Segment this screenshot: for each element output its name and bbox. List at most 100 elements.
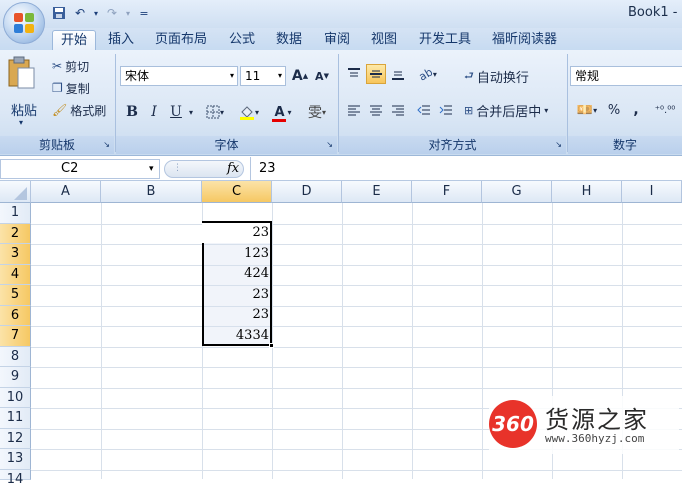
column-header[interactable]: F (412, 181, 482, 203)
tab-developer[interactable]: 开发工具 (411, 30, 479, 50)
dropdown-icon[interactable]: ▾ (124, 4, 132, 22)
gridline (31, 346, 682, 348)
align-middle-button[interactable] (366, 64, 386, 84)
column-header[interactable]: B (101, 181, 202, 203)
borders-button[interactable]: ▾ (202, 102, 228, 122)
dialog-launcher-icon[interactable]: ↘ (103, 136, 110, 154)
redo-icon[interactable]: ↷ (103, 4, 121, 22)
undo-icon[interactable]: ↶ (71, 4, 89, 22)
row-header[interactable]: 7 (0, 326, 31, 347)
row-header[interactable]: 11 (0, 408, 31, 429)
tab-page-layout[interactable]: 页面布局 (147, 30, 215, 50)
row-header[interactable]: 2 (0, 223, 31, 244)
align-bottom-button[interactable] (388, 64, 408, 84)
column-header[interactable]: C (202, 181, 272, 203)
increase-indent-button[interactable] (436, 100, 456, 120)
chevron-down-icon[interactable]: ▾ (186, 102, 196, 122)
number-format-select[interactable]: 常规 (570, 66, 682, 86)
font-color-button[interactable]: A ▾ (268, 102, 298, 122)
cell-C2[interactable]: 23 (203, 223, 269, 243)
row-header[interactable]: 8 (0, 346, 31, 367)
merge-center-button[interactable]: ⊞ 合并后居中 ▾ (464, 100, 564, 120)
align-left-button[interactable] (344, 100, 364, 120)
paste-button[interactable]: 粘贴 ▾ (6, 56, 40, 127)
align-right-button[interactable] (388, 100, 408, 120)
decrease-indent-button[interactable] (414, 100, 434, 120)
align-top-button[interactable] (344, 64, 364, 84)
align-bottom-icon (392, 71, 404, 80)
watermark: 360 货源之家 www.360hyzj.com (489, 396, 679, 454)
shrink-font-button[interactable]: A ▼ (312, 66, 332, 86)
expand-dots-icon[interactable]: ⋮ (173, 163, 182, 173)
tab-insert[interactable]: 插入 (100, 30, 142, 50)
tab-foxit-reader[interactable]: 福昕阅读器 (484, 30, 565, 50)
ribbon: 粘贴 ▾ ✂ 剪切 ❐ 复制 🖌 格式刷 剪贴板 ↘ 宋体 ▾ 11 ▾ A ▲ A ▼ … (0, 50, 682, 156)
column-header[interactable]: A (31, 181, 101, 203)
row-header[interactable]: 5 (0, 285, 31, 306)
font-name-value: 宋体 (125, 69, 150, 83)
phonetic-guide-button[interactable]: 雯 ▾ (302, 102, 332, 122)
row-header[interactable]: 1 (0, 203, 31, 224)
format-painter-button[interactable]: 🖌 格式刷 (52, 100, 114, 120)
row-header[interactable]: 9 (0, 367, 31, 388)
row-header[interactable]: 14 (0, 469, 31, 487)
column-header[interactable]: H (552, 181, 622, 203)
cell-C6[interactable]: 23 (203, 305, 269, 325)
name-box-value: C2 (61, 161, 79, 176)
cut-label: 剪切 (65, 59, 90, 74)
column-header[interactable]: I (622, 181, 682, 203)
borders-icon (206, 105, 220, 119)
tab-formulas[interactable]: 公式 (221, 30, 263, 50)
row-header[interactable]: 4 (0, 264, 31, 285)
cell-C3[interactable]: 123 (203, 244, 269, 264)
tab-view[interactable]: 视图 (363, 30, 405, 50)
increase-decimal-button[interactable]: ⁺⁰.⁰⁰ (650, 100, 680, 120)
quick-access-toolbar: ↶ ▾ ↷ ▾ = (50, 3, 153, 23)
dropdown-icon[interactable]: ▾ (92, 4, 100, 22)
row-header[interactable]: 10 (0, 387, 31, 408)
accounting-format-button[interactable]: 💴 ▾ (572, 100, 602, 120)
font-size-select[interactable]: 11 ▾ (240, 66, 286, 86)
column-header[interactable]: D (272, 181, 342, 203)
office-button[interactable] (3, 2, 45, 44)
orientation-button[interactable]: ab ▾ (414, 64, 442, 84)
align-center-button[interactable] (366, 100, 386, 120)
chevron-down-icon[interactable]: ▾ (149, 160, 154, 178)
comma-style-button[interactable]: , (626, 100, 646, 120)
gridline (31, 326, 682, 327)
cut-button[interactable]: ✂ 剪切 (52, 56, 102, 76)
fill-color-button[interactable]: ▾ (234, 102, 264, 122)
grow-font-button[interactable]: A ▲ (290, 66, 310, 86)
wrap-text-button[interactable]: ⮐ 自动换行 (464, 66, 544, 86)
tab-data[interactable]: 数据 (268, 30, 310, 50)
formula-input[interactable]: 23 (250, 157, 682, 180)
font-name-select[interactable]: 宋体 ▾ (120, 66, 238, 86)
row-header[interactable]: 6 (0, 305, 31, 326)
cell-C4[interactable]: 424 (203, 264, 269, 284)
save-icon[interactable] (50, 4, 68, 22)
fill-handle[interactable] (269, 343, 274, 348)
copy-icon: ❐ (52, 81, 63, 95)
column-header[interactable]: G (482, 181, 552, 203)
percent-style-button[interactable]: % (604, 100, 624, 120)
dialog-launcher-icon[interactable]: ↘ (555, 136, 562, 154)
column-header[interactable]: E (342, 181, 412, 203)
cell-C7[interactable]: 4334 (203, 326, 269, 346)
underline-button[interactable]: U (166, 102, 186, 122)
bold-button[interactable]: B (122, 102, 142, 122)
paintbrush-icon: 🖌 (52, 103, 68, 117)
name-box[interactable]: C2 ▾ (0, 159, 160, 179)
row-header[interactable]: 12 (0, 428, 31, 449)
customize-qat-button[interactable]: = (135, 4, 153, 22)
italic-button[interactable]: I (144, 102, 164, 122)
align-right-icon (392, 105, 404, 116)
tab-review[interactable]: 审阅 (316, 30, 358, 50)
select-all-button[interactable] (0, 181, 31, 203)
dialog-launcher-icon[interactable]: ↘ (326, 136, 333, 154)
copy-button[interactable]: ❐ 复制 (52, 78, 102, 98)
row-header[interactable]: 3 (0, 244, 31, 265)
row-header[interactable]: 13 (0, 449, 31, 470)
insert-function-button[interactable]: fx (227, 161, 239, 176)
cell-C5[interactable]: 23 (203, 285, 269, 305)
tab-home[interactable]: 开始 (52, 30, 97, 50)
